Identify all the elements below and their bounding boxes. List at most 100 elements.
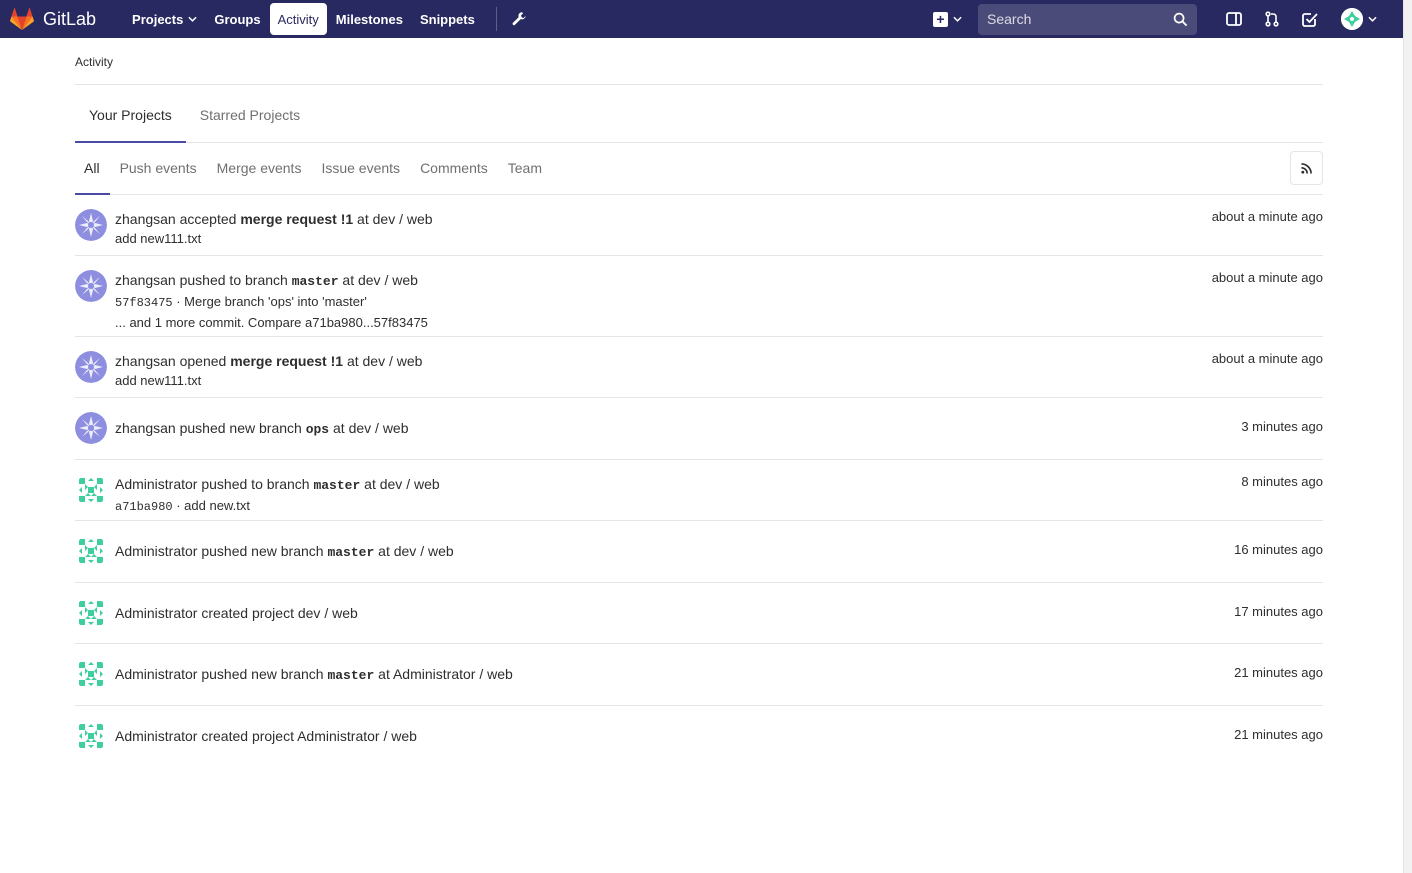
nav-activity-label: Activity bbox=[277, 11, 319, 27]
event-time: 21 minutes ago bbox=[1234, 727, 1323, 742]
filter-team[interactable]: Team bbox=[498, 143, 552, 195]
new-dropdown-button[interactable]: + bbox=[933, 11, 962, 27]
rss-icon bbox=[1301, 162, 1312, 174]
event-time: 17 minutes ago bbox=[1234, 604, 1323, 619]
event-title: zhangsan accepted merge request !1 at de… bbox=[115, 209, 1323, 229]
event-project-link[interactable]: dev / web bbox=[394, 543, 454, 559]
event-prep: at bbox=[333, 420, 345, 436]
event-project-link[interactable]: dev / web bbox=[363, 353, 423, 369]
event-target-link[interactable]: merge request !1 bbox=[230, 353, 343, 369]
event-user-link[interactable]: zhangsan bbox=[115, 211, 176, 227]
commit-message: · add new.txt bbox=[176, 498, 250, 513]
event-user-link[interactable]: Administrator bbox=[115, 476, 197, 492]
event-action: created project bbox=[201, 605, 294, 621]
event-user-link[interactable]: zhangsan bbox=[115, 420, 176, 436]
event-commit: a71ba980 · add new.txt bbox=[115, 496, 1323, 517]
event-branch-link[interactable]: master bbox=[292, 274, 339, 289]
event-project-link[interactable]: Administrator / web bbox=[393, 666, 513, 682]
event-user-link[interactable]: Administrator bbox=[115, 543, 197, 559]
nav-groups[interactable]: Groups bbox=[206, 3, 268, 35]
event-project-link[interactable]: dev / web bbox=[373, 211, 433, 227]
event-row: Administrator pushed to branch master at… bbox=[75, 460, 1323, 521]
avatar[interactable] bbox=[75, 474, 107, 506]
avatar[interactable] bbox=[75, 720, 107, 752]
avatar[interactable] bbox=[75, 597, 107, 629]
commit-sha-link[interactable]: a71ba980 bbox=[115, 500, 173, 514]
search-input[interactable] bbox=[987, 11, 1173, 27]
scrollbar[interactable] bbox=[1403, 0, 1412, 873]
event-time: 21 minutes ago bbox=[1234, 665, 1323, 680]
avatar[interactable] bbox=[75, 270, 107, 302]
event-user-link[interactable]: Administrator bbox=[115, 666, 197, 682]
user-menu[interactable] bbox=[1341, 8, 1377, 30]
event-project-link[interactable]: dev / web bbox=[349, 420, 409, 436]
event-row: zhangsan opened merge request !1 at dev … bbox=[75, 337, 1323, 398]
commit-sha-link[interactable]: 57f83475 bbox=[115, 296, 173, 310]
event-prep: at bbox=[378, 666, 390, 682]
filter-issue-events[interactable]: Issue events bbox=[311, 143, 410, 195]
event-time: about a minute ago bbox=[1211, 270, 1323, 285]
event-project-link[interactable]: dev / web bbox=[298, 605, 358, 621]
avatar[interactable] bbox=[75, 535, 107, 567]
event-user-link[interactable]: zhangsan bbox=[115, 353, 176, 369]
filter-comments[interactable]: Comments bbox=[410, 143, 498, 195]
nav-snippets[interactable]: Snippets bbox=[412, 3, 483, 35]
event-row: zhangsan pushed to branch master at dev … bbox=[75, 256, 1323, 337]
merge-requests-icon[interactable] bbox=[1263, 10, 1281, 28]
event-time: 16 minutes ago bbox=[1234, 542, 1323, 557]
event-user-link[interactable]: zhangsan bbox=[115, 272, 176, 288]
avatar[interactable] bbox=[75, 658, 107, 690]
nav-snippets-label: Snippets bbox=[419, 11, 475, 27]
avatar[interactable] bbox=[75, 209, 107, 241]
event-user-link[interactable]: Administrator bbox=[115, 728, 197, 744]
breadcrumb: Activity bbox=[75, 38, 1323, 85]
event-user-link[interactable]: Administrator bbox=[115, 605, 197, 621]
event-time: about a minute ago bbox=[1211, 351, 1323, 366]
tab-starred-projects[interactable]: Starred Projects bbox=[186, 85, 314, 143]
event-action: pushed new branch bbox=[201, 666, 324, 682]
event-target-link[interactable]: merge request !1 bbox=[240, 211, 353, 227]
event-detail: add new111.txt bbox=[115, 231, 202, 246]
sidebar-toggle-icon[interactable] bbox=[1225, 10, 1243, 28]
event-action: pushed new branch bbox=[179, 420, 302, 436]
nav-projects[interactable]: Projects bbox=[124, 3, 205, 35]
event-project-link[interactable]: Administrator / web bbox=[297, 728, 417, 744]
nav-groups-label: Groups bbox=[214, 11, 261, 27]
event-project-link[interactable]: dev / web bbox=[380, 476, 440, 492]
event-branch-link[interactable]: ops bbox=[306, 422, 329, 437]
event-title: Administrator created project Administra… bbox=[115, 726, 1323, 746]
todos-icon[interactable] bbox=[1301, 10, 1319, 28]
event-branch-link[interactable]: master bbox=[327, 545, 374, 560]
event-action: accepted bbox=[179, 211, 237, 227]
nav-projects-label: Projects bbox=[132, 11, 184, 27]
nav-milestones[interactable]: Milestones bbox=[328, 3, 411, 35]
event-title: zhangsan pushed new branch ops at dev / … bbox=[115, 418, 1323, 440]
compare-link[interactable]: ... and 1 more commit. Compare a71ba980.… bbox=[115, 313, 1323, 333]
tab-your-projects[interactable]: Your Projects bbox=[75, 85, 186, 143]
event-prep: at bbox=[342, 272, 355, 288]
nav-divider bbox=[495, 7, 497, 31]
main-content: Activity Your Projects Starred Projects … bbox=[75, 38, 1323, 768]
event-project-link[interactable]: dev / web bbox=[358, 272, 418, 288]
filter-all[interactable]: All bbox=[75, 143, 110, 195]
nav-activity[interactable]: Activity bbox=[269, 3, 327, 35]
commit-message: · Merge branch 'ops' into 'master' bbox=[176, 294, 367, 309]
brand-name: GitLab bbox=[43, 8, 97, 29]
search-box bbox=[978, 3, 1197, 35]
rss-feed-button[interactable] bbox=[1290, 151, 1323, 185]
event-time: about a minute ago bbox=[1211, 209, 1323, 224]
admin-wrench-icon[interactable] bbox=[511, 11, 527, 27]
filter-push-events[interactable]: Push events bbox=[110, 143, 207, 195]
nav-milestones-label: Milestones bbox=[335, 11, 403, 27]
project-tabs: Your Projects Starred Projects bbox=[75, 85, 1323, 143]
filter-merge-events[interactable]: Merge events bbox=[207, 143, 312, 195]
plus-icon: + bbox=[933, 11, 948, 27]
avatar[interactable] bbox=[75, 412, 107, 444]
chevron-down-icon bbox=[188, 16, 197, 22]
brand[interactable]: GitLab bbox=[10, 0, 96, 38]
event-branch-link[interactable]: master bbox=[327, 668, 374, 683]
event-branch-link[interactable]: master bbox=[313, 478, 360, 493]
event-action: pushed new branch bbox=[201, 543, 324, 559]
avatar[interactable] bbox=[75, 351, 107, 383]
event-title: Administrator created project dev / web bbox=[115, 603, 1323, 623]
